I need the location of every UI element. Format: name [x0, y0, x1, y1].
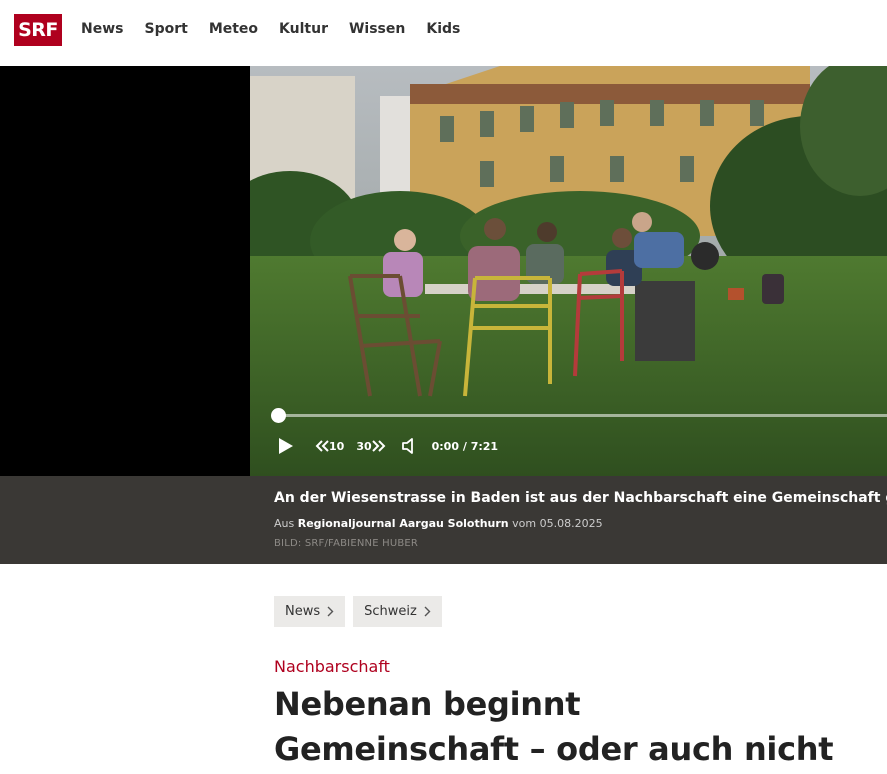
media-stage: 10 30 0:00 / 7:21 An der Wiesenstrasse i… [0, 66, 887, 564]
play-icon [279, 438, 293, 454]
main-nav: News Sport Meteo Kultur Wissen Kids [81, 19, 481, 39]
caption-date: 05.08.2025 [539, 517, 603, 530]
site-header: SRF News Sport Meteo Kultur Wissen Kids [0, 0, 887, 66]
caption-source: Aus Regionaljournal Aargau Solothurn vom… [274, 517, 603, 530]
skip-back-button[interactable]: 10 [315, 440, 344, 453]
time-display: 0:00 / 7:21 [432, 440, 498, 453]
article-kicker: Nachbarschaft [274, 657, 390, 676]
breadcrumb-label: Schweiz [364, 604, 417, 619]
breadcrumb: News Schweiz [274, 596, 442, 627]
nav-item-meteo[interactable]: Meteo [209, 19, 258, 39]
image-credit: BILD: SRF/FABIENNE HUBER [274, 538, 419, 549]
article-headline: Nebenan beginnt Gemeinschaft – oder auch… [274, 685, 834, 768]
time-separator: / [462, 439, 467, 453]
caption-title: An der Wiesenstrasse in Baden ist aus de… [274, 490, 887, 506]
skip-back-label: 10 [329, 439, 345, 453]
breadcrumb-label: News [285, 604, 321, 619]
player-letterbox [0, 66, 250, 476]
caption-program[interactable]: Regionaljournal Aargau Solothurn [298, 517, 509, 530]
skip-forward-button[interactable]: 30 [356, 439, 386, 453]
caption-date-prefix: vom [512, 517, 537, 530]
play-button[interactable] [278, 437, 294, 455]
volume-icon [401, 438, 413, 454]
srf-logo[interactable]: SRF [14, 14, 62, 46]
player-controls: 10 30 0:00 / 7:21 [278, 436, 498, 456]
forward-icon [371, 440, 386, 452]
progress-track[interactable] [279, 414, 887, 417]
rewind-icon [315, 440, 329, 452]
progress-thumb[interactable] [271, 408, 286, 423]
nav-item-kids[interactable]: Kids [426, 19, 460, 39]
caption-source-prefix: Aus [274, 517, 295, 530]
volume-button[interactable] [401, 438, 419, 454]
chevron-right-icon [424, 606, 431, 617]
skip-forward-label: 30 [356, 439, 372, 453]
nav-item-sport[interactable]: Sport [144, 19, 187, 39]
nav-item-wissen[interactable]: Wissen [349, 19, 405, 39]
nav-item-news[interactable]: News [81, 19, 123, 39]
chevron-right-icon [327, 606, 334, 617]
current-time: 0:00 [431, 439, 459, 453]
breadcrumb-schweiz[interactable]: Schweiz [353, 596, 442, 627]
breadcrumb-news[interactable]: News [274, 596, 346, 627]
duration: 7:21 [470, 439, 499, 453]
nav-item-kultur[interactable]: Kultur [279, 19, 328, 39]
